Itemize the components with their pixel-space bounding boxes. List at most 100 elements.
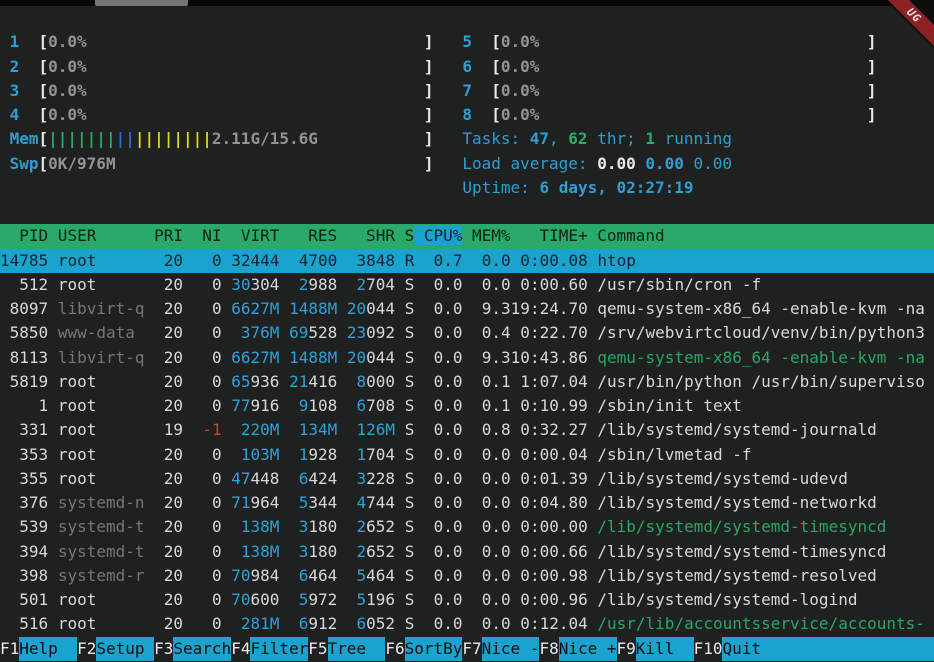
cell-mem: 0.0 bbox=[472, 517, 511, 536]
cell-cpu: 0.0 bbox=[424, 445, 463, 464]
process-row[interactable]: 539 systemd-t 20 0 138M 3180 2652 S 0.0 … bbox=[0, 515, 934, 539]
cell-state: R bbox=[405, 251, 415, 270]
cell-pid: 512 bbox=[0, 275, 48, 294]
cell-pri: 20 bbox=[154, 323, 183, 342]
column-header-s[interactable]: S bbox=[395, 226, 414, 245]
cell-pid: 5850 bbox=[0, 323, 48, 342]
cell-mem: 9.3 bbox=[472, 299, 511, 318]
blank-line bbox=[0, 6, 934, 30]
fkey-kill[interactable]: F9Kill bbox=[617, 637, 694, 661]
process-row[interactable]: 5850 www-data 20 0 376M 69528 23092 S 0.… bbox=[0, 321, 934, 345]
column-header-ni[interactable]: NI bbox=[183, 226, 222, 245]
cell-pid: 376 bbox=[0, 493, 48, 512]
cpu-meter-row-1: 1[0.0%]5[0.0%] bbox=[0, 30, 934, 54]
process-row[interactable]: 8097 libvirt-q 20 0 6627M 1488M 20044 S … bbox=[0, 297, 934, 321]
cell-ni: 0 bbox=[193, 323, 222, 342]
cell-cpu: 0.0 bbox=[424, 299, 463, 318]
cell-state: S bbox=[405, 493, 415, 512]
column-header-res[interactable]: RES bbox=[279, 226, 337, 245]
process-row[interactable]: 5819 root 20 0 65936 21416 8000 S 0.0 0.… bbox=[0, 370, 934, 394]
cell-time: 0:04.80 bbox=[511, 493, 588, 512]
cell-cpu: 0.0 bbox=[424, 348, 463, 367]
column-header-time[interactable]: TIME+ bbox=[511, 226, 588, 245]
cell-time: 10:43.86 bbox=[511, 348, 588, 367]
uptime-value: 6 days, 02:27:19 bbox=[539, 178, 693, 197]
cell-ni: 0 bbox=[193, 493, 222, 512]
process-row[interactable]: 8113 libvirt-q 20 0 6627M 1488M 20044 S … bbox=[0, 346, 934, 370]
fkey-nice[interactable]: F8Nice + bbox=[539, 637, 616, 661]
cell-command: /sbin/lvmetad -f bbox=[597, 445, 751, 464]
fkey-help[interactable]: F1Help bbox=[0, 637, 77, 661]
cell-time: 1:07.04 bbox=[511, 372, 588, 391]
cell-cpu: 0.7 bbox=[424, 251, 463, 270]
cell-pid: 5819 bbox=[0, 372, 48, 391]
cell-user: root bbox=[58, 469, 145, 488]
column-header-command[interactable]: Command bbox=[588, 226, 665, 245]
fkey-setup[interactable]: F2Setup bbox=[77, 637, 154, 661]
process-row[interactable]: 331 root 19 -1 220M 134M 126M S 0.0 0.8 … bbox=[0, 418, 934, 442]
cell-pri: 20 bbox=[154, 348, 183, 367]
cell-command: /usr/lib/accountsservice/accounts- bbox=[597, 614, 925, 633]
cell-cpu: 0.0 bbox=[424, 420, 463, 439]
column-header-cpu[interactable]: CPU% bbox=[414, 226, 462, 245]
column-header-mem[interactable]: MEM% bbox=[462, 226, 510, 245]
process-table-header[interactable]: PID USER PRI NI VIRT RES SHR S CPU% MEM%… bbox=[0, 224, 934, 248]
meter-open-bracket: [ bbox=[39, 55, 49, 79]
column-header-user[interactable]: USER bbox=[48, 226, 144, 245]
process-row[interactable]: 355 root 20 0 47448 6424 3228 S 0.0 0.0 … bbox=[0, 467, 934, 491]
meter-close-bracket: ] bbox=[867, 103, 877, 127]
cell-state: S bbox=[405, 348, 415, 367]
process-row[interactable]: 516 root 20 0 281M 6912 6052 S 0.0 0.0 0… bbox=[0, 612, 934, 636]
cell-ni: -1 bbox=[193, 420, 222, 439]
fkey-search[interactable]: F3Search bbox=[154, 637, 231, 661]
cpu6-label: 6 bbox=[462, 55, 491, 79]
fkey-filter[interactable]: F4Filter bbox=[231, 637, 308, 661]
tasks-summary: Tasks: 47, 62 thr; 1 running bbox=[462, 127, 732, 151]
process-row[interactable]: 501 root 20 0 70600 5972 5196 S 0.0 0.0 … bbox=[0, 588, 934, 612]
meter-close-bracket: ] bbox=[424, 79, 434, 103]
process-table-body: 14785 root 20 0 32444 4700 3848 R 0.7 0.… bbox=[0, 249, 934, 637]
process-row[interactable]: 376 systemd-n 20 0 71964 5344 4744 S 0.0… bbox=[0, 491, 934, 515]
cell-user: root bbox=[58, 251, 145, 270]
cell-user: systemd-t bbox=[58, 542, 145, 561]
cell-time: 0:01.39 bbox=[511, 469, 588, 488]
cell-time: 0:00.98 bbox=[511, 566, 588, 585]
cell-cpu: 0.0 bbox=[424, 372, 463, 391]
load-15min: 0.00 bbox=[694, 154, 733, 173]
fkey-nice[interactable]: F7Nice - bbox=[462, 637, 539, 661]
cpu4-meter: 0.0% bbox=[48, 103, 424, 127]
column-header-shr[interactable]: SHR bbox=[337, 226, 395, 245]
swp-value: 0K/976M bbox=[48, 154, 115, 173]
process-row[interactable]: 398 systemd-r 20 0 70984 6464 5464 S 0.0… bbox=[0, 564, 934, 588]
meter-open-bracket: [ bbox=[39, 103, 49, 127]
cell-state: S bbox=[405, 299, 415, 318]
cpu3-label: 3 bbox=[10, 79, 39, 103]
cell-pri: 20 bbox=[154, 566, 183, 585]
cell-mem: 0.0 bbox=[472, 614, 511, 633]
column-header-virt[interactable]: VIRT bbox=[222, 226, 280, 245]
fkey-quit[interactable]: F10Quit bbox=[694, 637, 934, 661]
process-row[interactable]: 14785 root 20 0 32444 4700 3848 R 0.7 0.… bbox=[0, 249, 934, 273]
cell-time: 0:00.60 bbox=[511, 275, 588, 294]
meter-open-bracket: [ bbox=[491, 103, 501, 127]
process-row[interactable]: 1 root 20 0 77916 9108 6708 S 0.0 0.1 0:… bbox=[0, 394, 934, 418]
swp-label: Swp bbox=[10, 152, 39, 176]
fkey-sortby[interactable]: F6SortBy bbox=[385, 637, 462, 661]
function-key-bar: F1Help F2Setup F3SearchF4FilterF5Tree F6… bbox=[0, 637, 934, 661]
process-row[interactable]: 512 root 20 0 30304 2988 2704 S 0.0 0.0 … bbox=[0, 273, 934, 297]
cell-ni: 0 bbox=[193, 372, 222, 391]
process-row[interactable]: 353 root 20 0 103M 1928 1704 S 0.0 0.0 0… bbox=[0, 443, 934, 467]
cpu8-label: 8 bbox=[462, 103, 491, 127]
cell-state: S bbox=[405, 590, 415, 609]
process-row[interactable]: 394 systemd-t 20 0 138M 3180 2652 S 0.0 … bbox=[0, 540, 934, 564]
cell-cpu: 0.0 bbox=[424, 614, 463, 633]
cell-cpu: 0.0 bbox=[424, 493, 463, 512]
column-header-pid[interactable]: PID bbox=[0, 226, 48, 245]
cell-command: /lib/systemd/systemd-journald bbox=[597, 420, 876, 439]
meter-close-bracket: ] bbox=[867, 55, 877, 79]
cell-cpu: 0.0 bbox=[424, 542, 463, 561]
column-header-pri[interactable]: PRI bbox=[145, 226, 184, 245]
cell-mem: 0.0 bbox=[472, 469, 511, 488]
cell-pri: 19 bbox=[154, 420, 183, 439]
fkey-tree[interactable]: F5Tree bbox=[308, 637, 385, 661]
